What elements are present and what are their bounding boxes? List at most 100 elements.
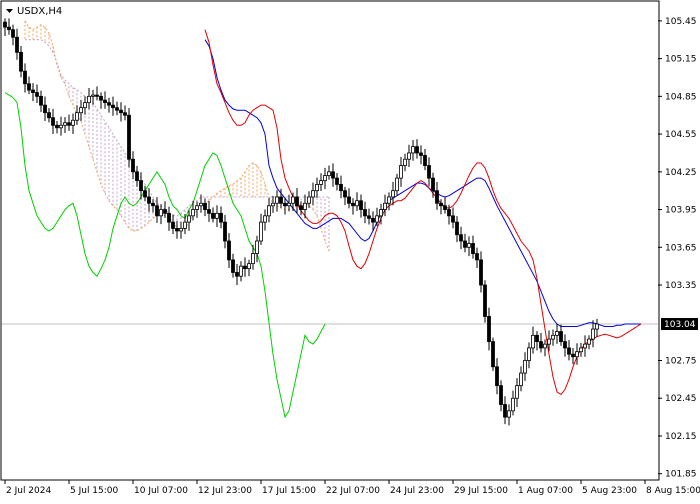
candle-body xyxy=(171,221,175,229)
price-axis-label: 104.25 xyxy=(665,168,697,178)
price-axis-label: 105.45 xyxy=(665,17,697,27)
symbol-label: USDX,H4 xyxy=(17,6,62,17)
candle-body xyxy=(375,215,379,223)
candle-body xyxy=(87,95,91,104)
candle-body xyxy=(55,124,59,129)
candle-body xyxy=(319,180,323,185)
candle-body xyxy=(415,146,419,154)
candle-body xyxy=(111,104,115,109)
candle-body xyxy=(551,334,555,340)
candle-body xyxy=(527,347,531,361)
price-axis-label: 102.15 xyxy=(665,432,697,442)
candle-body xyxy=(575,351,579,358)
candle-body xyxy=(287,202,291,207)
candle-body xyxy=(207,209,211,214)
candle-body xyxy=(571,353,575,358)
candle-body xyxy=(367,215,371,219)
candle-body xyxy=(199,202,203,207)
time-axis-label: 10 Jul 07:00 xyxy=(134,486,188,496)
candle-body xyxy=(451,215,455,223)
time-axis-label: 5 Aug 23:00 xyxy=(582,486,637,496)
candle-body xyxy=(519,372,523,387)
candle-body xyxy=(67,122,71,126)
candle-body xyxy=(263,215,267,223)
candle-body xyxy=(63,122,67,126)
time-axis-label: 5 Jul 15:00 xyxy=(70,486,119,496)
price-axis-label: 102.45 xyxy=(665,394,697,404)
candle-body xyxy=(23,70,27,85)
price-axis-label: 105.15 xyxy=(665,55,697,65)
candle-body xyxy=(391,190,395,198)
candle-body xyxy=(379,209,383,217)
candle-body xyxy=(579,347,583,353)
candle-body xyxy=(295,196,299,207)
price-axis-label: 103.35 xyxy=(665,281,697,291)
candle-body xyxy=(539,341,543,349)
candle-body xyxy=(431,177,435,192)
candle-body xyxy=(563,341,567,349)
time-axis-label: 24 Jul 23:00 xyxy=(390,486,444,496)
current-price-tag: 103.04 xyxy=(661,318,698,331)
candle-body xyxy=(455,221,459,236)
price-tag-label: 103.04 xyxy=(664,320,696,330)
candle-body xyxy=(327,171,331,176)
candle-body xyxy=(159,209,163,217)
candle-body xyxy=(403,158,407,166)
time-axis-label: 2 Jul 2024 xyxy=(6,486,51,496)
candle-body xyxy=(423,155,427,166)
candle-body xyxy=(463,240,467,248)
candle-body xyxy=(583,343,587,349)
price-chart[interactable]: 105.45 105.15 104.85 104.55 104.25 103.95 103.… xyxy=(0,0,700,500)
candle-body xyxy=(427,165,431,179)
candle-body xyxy=(219,212,223,223)
candle-body xyxy=(95,94,99,97)
candle-body xyxy=(483,284,487,317)
candle-body xyxy=(231,259,235,273)
candle-body xyxy=(303,202,307,210)
candle-body xyxy=(71,119,75,126)
candle-body xyxy=(59,124,63,129)
candle-body xyxy=(587,338,591,345)
price-axis-label: 102.75 xyxy=(665,357,697,367)
candle-body xyxy=(147,196,151,204)
candle-body xyxy=(155,205,159,217)
candle-body xyxy=(459,234,463,242)
candle-body xyxy=(547,338,551,345)
candle-body xyxy=(123,112,127,116)
candle-body xyxy=(499,385,503,405)
candle-body xyxy=(127,114,131,160)
candle-body xyxy=(323,175,327,182)
time-axis-label: 17 Jul 15:00 xyxy=(262,486,316,496)
chart-window: 105.45 105.15 104.85 104.55 104.25 103.95 103.… xyxy=(0,0,700,500)
candle-body xyxy=(591,328,595,340)
candle-body xyxy=(211,212,215,219)
candle-body xyxy=(151,202,155,207)
candle-body xyxy=(3,21,7,28)
candle-body xyxy=(179,228,183,232)
candle-body xyxy=(267,205,271,217)
candle-body xyxy=(503,404,507,418)
time-axis-label: 1 Aug 07:00 xyxy=(518,486,573,496)
candle-body xyxy=(439,202,443,207)
candle-body xyxy=(259,221,263,242)
candle-body xyxy=(75,112,79,121)
candle-body xyxy=(543,343,547,349)
candle-body xyxy=(7,26,11,31)
candle-body xyxy=(143,190,147,198)
candle-body xyxy=(447,209,451,217)
candle-body xyxy=(411,146,415,154)
time-axis-label: 12 Jul 23:00 xyxy=(198,486,252,496)
candle-body xyxy=(191,209,195,217)
candle-body xyxy=(339,183,343,192)
candle-body xyxy=(235,272,239,277)
candle-body xyxy=(255,240,259,254)
candle-body xyxy=(139,180,143,192)
candle-body xyxy=(495,366,499,387)
candle-body xyxy=(251,253,255,265)
candle-body xyxy=(331,171,335,179)
candle-body xyxy=(479,259,483,286)
candle-body xyxy=(395,177,399,192)
candle-body xyxy=(239,265,243,277)
candle-body xyxy=(11,29,15,38)
candle-body xyxy=(215,212,219,219)
